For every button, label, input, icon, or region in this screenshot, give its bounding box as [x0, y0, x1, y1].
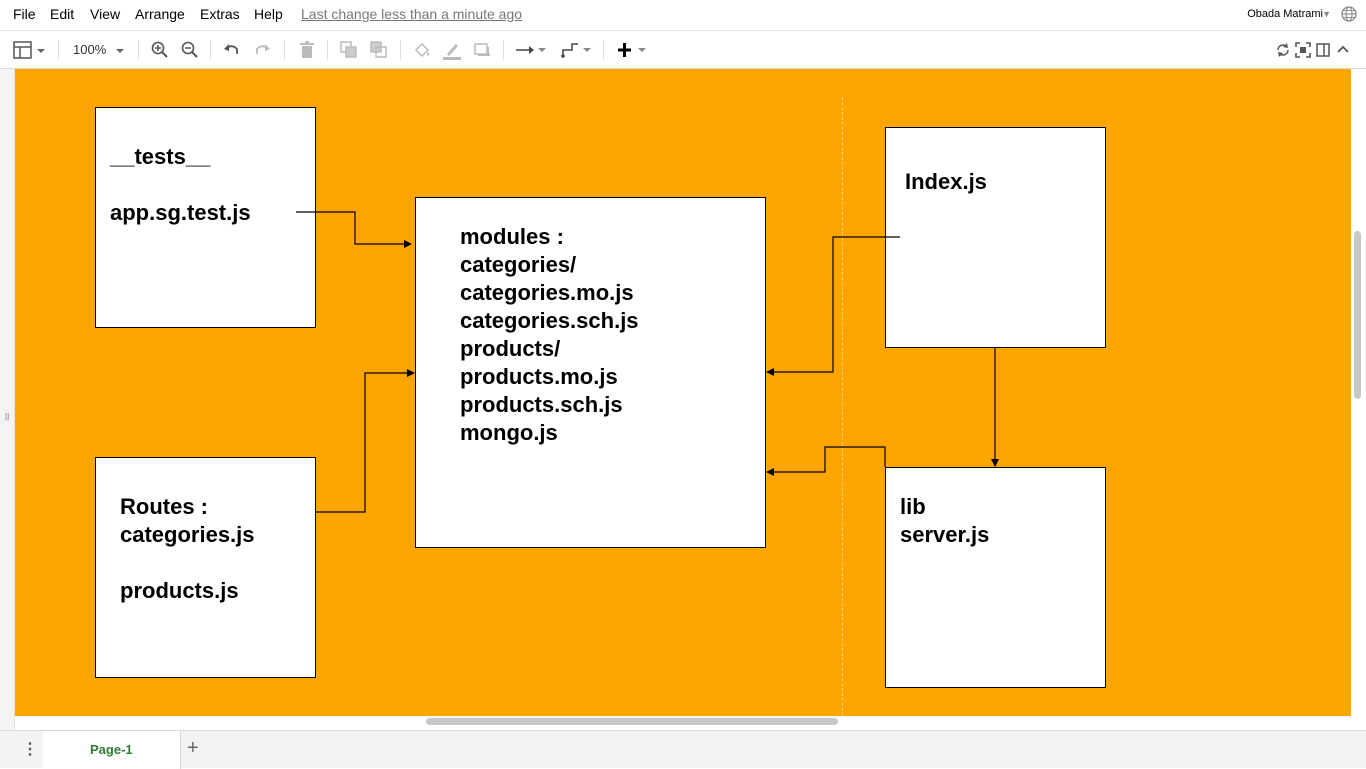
connector-layer	[296, 211, 999, 513]
toolbar-divider	[603, 40, 604, 60]
add-page-icon[interactable]: +	[187, 737, 199, 760]
sidebar-toggle-icon[interactable]	[1315, 40, 1331, 60]
arrowhead	[991, 459, 999, 467]
last-change-link[interactable]: Last change less than a minute ago	[301, 6, 522, 22]
shadow-icon[interactable]	[472, 40, 492, 60]
toolbar-divider	[58, 40, 59, 60]
to-front-icon[interactable]	[339, 40, 359, 60]
menu-extras[interactable]: Extras	[200, 6, 240, 22]
zoom-level[interactable]: 100%	[73, 42, 106, 57]
sync-icon[interactable]	[1273, 40, 1293, 60]
menu-file[interactable]: File	[13, 6, 36, 22]
toolbar-divider	[210, 40, 211, 60]
tab-page-1-label: Page-1	[90, 742, 133, 757]
chevron-down-icon[interactable]	[114, 40, 126, 60]
toolbar-divider	[327, 40, 328, 60]
vertical-scrollbar[interactable]	[1354, 231, 1361, 399]
menu-view[interactable]: View	[90, 6, 120, 22]
menu-help[interactable]: Help	[254, 6, 283, 22]
toolbar: 100%	[0, 30, 1366, 69]
fill-color-icon[interactable]	[412, 40, 432, 60]
diagram-canvas-area[interactable]: || __tests__ app.sg.test.js modules : ca…	[0, 69, 1366, 730]
connector-index-to-modules	[773, 236, 900, 373]
user-name[interactable]: Obada Matrami	[1247, 8, 1323, 20]
tab-page-1[interactable]: Page-1	[43, 731, 181, 769]
undo-icon[interactable]	[222, 40, 242, 60]
toolbar-divider	[284, 40, 285, 60]
menu-arrange[interactable]: Arrange	[135, 6, 185, 22]
menubar: File Edit View Arrange Extras Help Last …	[0, 0, 1366, 30]
waypoints-icon[interactable]	[560, 40, 594, 60]
toolbar-divider	[138, 40, 139, 60]
arrowhead	[407, 369, 415, 377]
globe-icon[interactable]	[1340, 5, 1358, 23]
to-back-icon[interactable]	[369, 40, 389, 60]
toolbar-divider	[503, 40, 504, 60]
pages-menu-icon[interactable]: ⋮	[22, 739, 38, 759]
connector-lib-to-modules	[773, 446, 886, 473]
insert-icon[interactable]	[615, 40, 649, 60]
delete-icon[interactable]	[297, 40, 317, 60]
horizontal-scrollbar[interactable]	[426, 718, 838, 725]
zoom-out-icon[interactable]	[180, 40, 200, 60]
arrowhead	[766, 368, 774, 376]
zoom-in-icon[interactable]	[150, 40, 170, 60]
chevron-up-icon[interactable]	[1335, 40, 1351, 60]
fullscreen-icon[interactable]	[1294, 40, 1312, 60]
menu-edit[interactable]: Edit	[50, 6, 74, 22]
arrowhead	[404, 240, 412, 248]
page-bar: ⋮ Page-1 +	[0, 730, 1366, 769]
connection-style-icon[interactable]	[515, 40, 549, 60]
arrowhead	[766, 468, 774, 476]
redo-icon[interactable]	[252, 40, 272, 60]
format-panel-icon[interactable]	[13, 40, 47, 60]
line-color-icon[interactable]	[442, 40, 462, 60]
connector-tests-to-modules	[296, 211, 407, 245]
toolbar-divider	[400, 40, 401, 60]
connector-routes-to-modules	[316, 372, 407, 513]
chevron-down-icon[interactable]: ▼	[1322, 9, 1331, 19]
